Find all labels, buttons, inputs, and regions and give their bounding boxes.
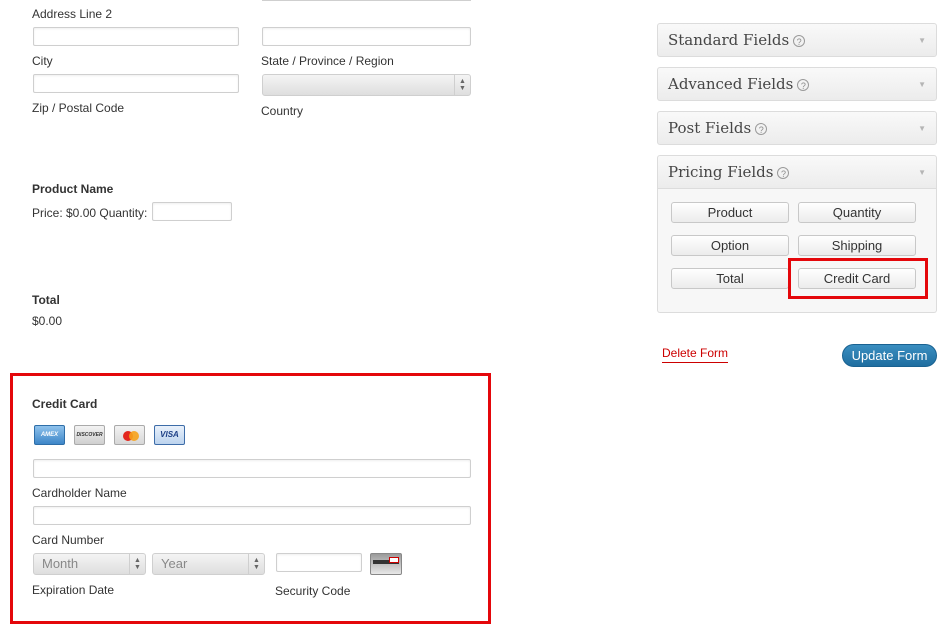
expiration-date-label: Expiration Date bbox=[32, 583, 115, 597]
total-value: $0.00 bbox=[32, 314, 63, 328]
discover-card-icon: DISCOVER bbox=[74, 425, 105, 445]
option-field-button[interactable]: Option bbox=[671, 235, 789, 256]
select-arrows-icon: ▲ ▼ bbox=[454, 75, 470, 95]
help-icon[interactable]: ? bbox=[797, 79, 810, 91]
security-code-label: Security Code bbox=[275, 584, 351, 598]
address-line2-label: Address Line 2 bbox=[32, 7, 113, 21]
amex-card-icon: AMEX bbox=[34, 425, 65, 445]
state-input[interactable] bbox=[262, 27, 471, 46]
credit-card-title: Credit Card bbox=[32, 397, 98, 411]
panel-title: Standard Fields? bbox=[668, 31, 806, 49]
visa-card-icon: VISA bbox=[154, 425, 185, 445]
help-icon[interactable]: ? bbox=[793, 35, 806, 47]
top-divider bbox=[262, 0, 471, 1]
panel-title: Advanced Fields? bbox=[668, 75, 810, 93]
advanced-fields-title: Advanced Fields bbox=[668, 75, 794, 93]
total-label: Total bbox=[32, 293, 60, 307]
mastercard-card-icon bbox=[114, 425, 145, 445]
card-number-input[interactable] bbox=[33, 506, 471, 525]
collapse-arrow-icon: ▼ bbox=[918, 124, 926, 133]
security-code-input[interactable] bbox=[276, 553, 362, 572]
year-select[interactable]: Year ▲ ▼ bbox=[152, 553, 265, 575]
cardholder-name-input[interactable] bbox=[33, 459, 471, 478]
product-field-button[interactable]: Product bbox=[671, 202, 789, 223]
standard-fields-panel[interactable]: Standard Fields? ▼ bbox=[657, 23, 937, 57]
collapse-arrow-icon: ▼ bbox=[918, 168, 926, 177]
month-select[interactable]: Month ▲ ▼ bbox=[33, 553, 146, 575]
quantity-input[interactable] bbox=[152, 202, 232, 221]
select-arrows-icon: ▲ ▼ bbox=[129, 554, 145, 574]
cvv-card-icon bbox=[370, 553, 402, 575]
state-label: State / Province / Region bbox=[261, 54, 394, 68]
country-label: Country bbox=[261, 104, 304, 118]
help-icon[interactable]: ? bbox=[777, 167, 790, 179]
product-price-label: Price: $0.00 Quantity: bbox=[32, 206, 148, 220]
post-fields-title: Post Fields bbox=[668, 119, 752, 137]
collapse-arrow-icon: ▼ bbox=[918, 36, 926, 45]
panel-title: Pricing Fields? bbox=[668, 163, 790, 181]
city-label: City bbox=[32, 54, 53, 68]
address-line2-input[interactable] bbox=[33, 27, 239, 46]
zip-label: Zip / Postal Code bbox=[32, 101, 125, 115]
post-fields-panel[interactable]: Post Fields? ▼ bbox=[657, 111, 937, 145]
delete-form-link[interactable]: Delete Form bbox=[662, 346, 729, 363]
total-field-button[interactable]: Total bbox=[671, 268, 789, 289]
year-select-value: Year bbox=[161, 556, 188, 571]
shipping-field-button[interactable]: Shipping bbox=[798, 235, 916, 256]
advanced-fields-panel[interactable]: Advanced Fields? ▼ bbox=[657, 67, 937, 101]
panel-title: Post Fields? bbox=[668, 119, 768, 137]
quantity-field-button[interactable]: Quantity bbox=[798, 202, 916, 223]
credit-card-button-highlight bbox=[788, 258, 928, 299]
pricing-fields-panel[interactable]: Pricing Fields? ▼ bbox=[657, 155, 937, 189]
card-number-label: Card Number bbox=[32, 533, 105, 547]
month-select-value: Month bbox=[42, 556, 79, 571]
update-form-button[interactable]: Update Form bbox=[842, 344, 937, 367]
country-select[interactable]: ▲ ▼ bbox=[262, 74, 471, 96]
select-arrows-icon: ▲ ▼ bbox=[248, 554, 264, 574]
product-name: Product Name bbox=[32, 182, 114, 196]
city-input[interactable] bbox=[33, 74, 239, 93]
pricing-fields-title: Pricing Fields bbox=[668, 163, 774, 181]
cardholder-name-label: Cardholder Name bbox=[32, 486, 127, 500]
collapse-arrow-icon: ▼ bbox=[918, 80, 926, 89]
standard-fields-title: Standard Fields bbox=[668, 31, 790, 49]
help-icon[interactable]: ? bbox=[755, 123, 768, 135]
